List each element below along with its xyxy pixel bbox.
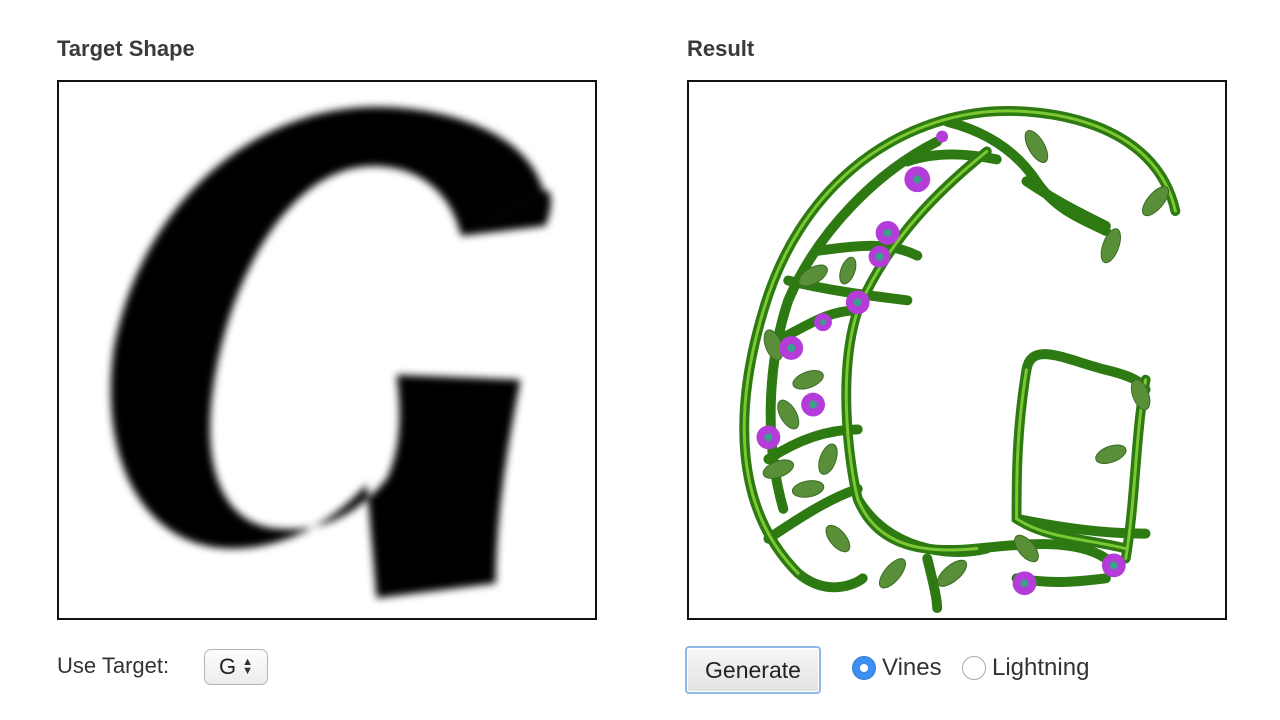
generate-button[interactable]: Generate [685, 646, 821, 694]
target-shape-canvas[interactable] [57, 80, 597, 620]
radio-lightning-label[interactable]: Lightning [992, 654, 1089, 682]
radio-option-vines[interactable]: Vines [852, 654, 942, 682]
radio-vines-label[interactable]: Vines [882, 654, 942, 682]
select-arrows-icon: ▲ ▼ [242, 656, 253, 677]
target-g-glyph [110, 106, 551, 599]
target-select[interactable]: G ▲ ▼ [204, 649, 268, 685]
result-canvas [687, 80, 1227, 620]
radio-lightning-unselected-icon[interactable] [962, 656, 986, 680]
target-select-value: G [218, 654, 237, 679]
target-shape-title: Target Shape [57, 36, 195, 61]
radio-vines-selected-icon[interactable] [852, 656, 876, 680]
use-target-label: Use Target: [57, 653, 170, 678]
result-title: Result [687, 36, 755, 61]
radio-option-lightning[interactable]: Lightning [962, 654, 1089, 682]
vine-g-artwork [739, 105, 1181, 614]
